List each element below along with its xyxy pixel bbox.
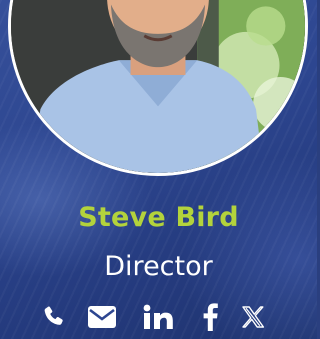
facebook-icon[interactable] — [190, 298, 230, 336]
x-twitter-icon[interactable] — [230, 298, 276, 336]
member-role: Director — [104, 251, 213, 282]
member-name: Steve Bird — [78, 202, 239, 233]
phone-icon[interactable] — [34, 298, 74, 336]
social-links — [34, 298, 276, 336]
linkedin-icon[interactable] — [130, 298, 190, 336]
email-icon[interactable] — [74, 298, 130, 336]
profile-photo — [8, 0, 308, 176]
team-member-card: Steve Bird Director — [0, 0, 317, 339]
